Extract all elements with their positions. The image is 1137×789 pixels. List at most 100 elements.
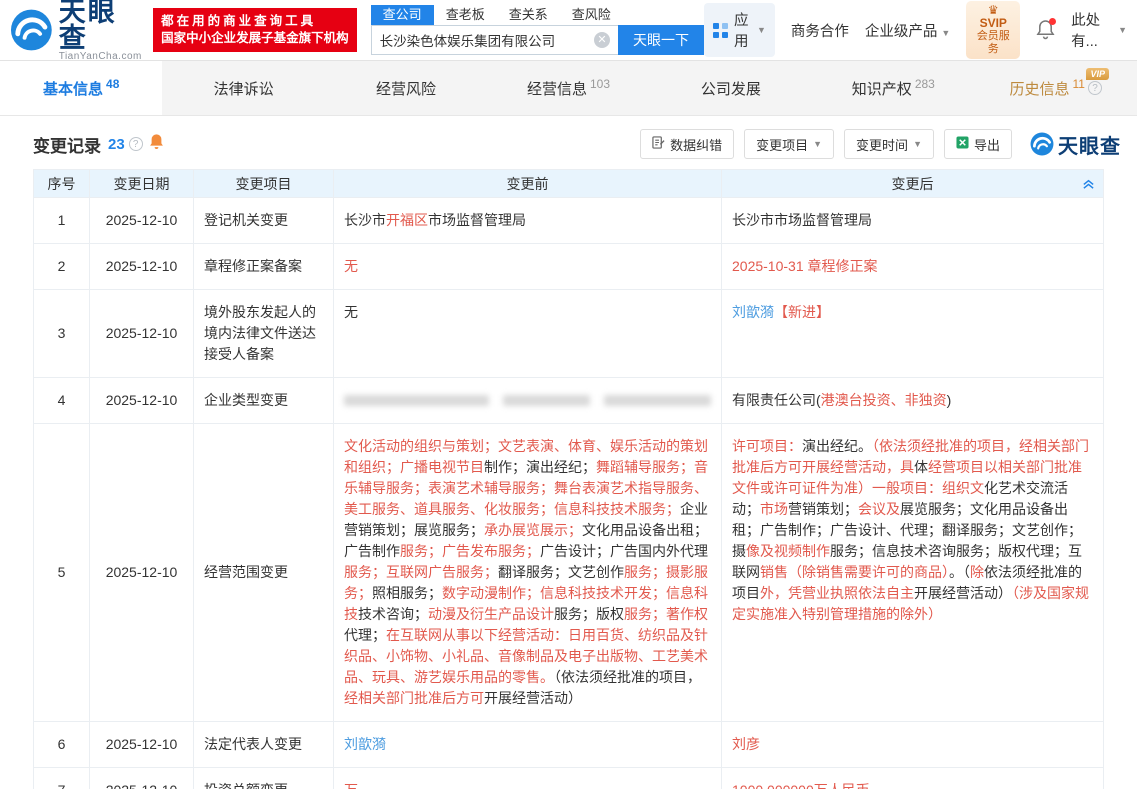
tab-label: 公司发展 (701, 78, 761, 99)
data-correction-button[interactable]: 数据纠错 (640, 129, 734, 159)
subscribe-bell-icon[interactable] (149, 133, 164, 155)
text-segment: 2025-10-31 章程修正案 (732, 258, 878, 274)
text-segment: 许可项目： (732, 438, 802, 454)
user-menu[interactable]: 此处有... ▼ (1071, 9, 1127, 51)
tab-count: 103 (590, 77, 610, 91)
eye-wave-logo-icon (10, 8, 53, 52)
cell-before: 长沙市开福区市场监督管理局 (334, 198, 722, 244)
change-record-table-wrap: 序号变更日期变更项目变更前变更后 12025-12-10登记机关变更长沙市开福区… (0, 169, 1137, 789)
export-button[interactable]: 导出 (944, 129, 1012, 159)
redacted-blur (503, 395, 590, 406)
button-label: 变更项目 (756, 135, 808, 154)
text-segment: 承办展览展示； (484, 522, 582, 538)
cell-line: 无 (344, 302, 711, 323)
tab-法律诉讼[interactable]: 法律诉讼 (162, 61, 324, 115)
brand-name: 天眼查 (59, 0, 143, 51)
tab-知识产权[interactable]: 知识产权283 (812, 61, 974, 115)
vip-badge: VIP (1086, 68, 1109, 80)
search-tab-3[interactable]: 查风险 (560, 5, 623, 25)
text-segment: 动漫及衍生产品设计 (428, 606, 554, 622)
text-segment: 【新进】 (774, 304, 830, 320)
text-segment: 体 (914, 459, 928, 475)
watermark-text: 天眼查 (1058, 130, 1121, 159)
change-time-filter-button[interactable]: 变更时间▼ (844, 129, 934, 159)
cell-line: 1000.000000万人民币 (732, 780, 1093, 789)
tab-基本信息[interactable]: 基本信息48 (0, 61, 162, 115)
top-nav: 应用 ▼ 商务合作 企业级产品 ▼ ♛ SVIP 会员服务 此处有... (704, 1, 1127, 59)
cell-after: 许可项目：演出经纪。（依法须经批准的项目，经相关部门批准后方可开展经营活动，具体… (722, 424, 1104, 722)
cell-line: 长沙市市场监督管理局 (732, 210, 1093, 231)
text-segment: 演出经纪。 (802, 438, 872, 454)
cell-date: 2025-12-10 (90, 198, 194, 244)
text-segment: 经相关部门批准后方可 (344, 690, 484, 706)
help-icon[interactable]: ? (1088, 81, 1102, 95)
cell-before: 文化活动的组织与策划；文艺表演、体育、娱乐活动的策划和组织；广播电视节目制作；演… (334, 424, 722, 722)
text-segment: 刘彦 (732, 736, 760, 752)
help-icon[interactable]: ? (129, 137, 143, 151)
apps-menu[interactable]: 应用 ▼ (704, 3, 775, 57)
cell-before: 刘歆漪 (334, 722, 722, 768)
cell-item: 投资总额变更 (194, 768, 334, 789)
change-project-filter-button[interactable]: 变更项目▼ (744, 129, 834, 159)
search-tab-2[interactable]: 查关系 (497, 5, 560, 25)
site-header: 天眼查 TianYanCha.com 都在用的商业查询工具 国家中小企业发展子基… (0, 0, 1137, 60)
table-row: 42025-12-10企业类型变更有限责任公司(港澳台投资、非独资) (34, 378, 1104, 424)
change-table: 序号变更日期变更项目变更前变更后 12025-12-10登记机关变更长沙市开福区… (33, 169, 1104, 789)
change-record-toolbar: 变更记录 23 ? 数据纠错变更项目▼变更时间▼导出天眼查 (0, 116, 1137, 169)
text-segment: 长沙市市场监督管理局 (732, 212, 872, 228)
tab-count: 283 (915, 77, 935, 91)
table-row: 12025-12-10登记机关变更长沙市开福区市场监督管理局长沙市市场监督管理局 (34, 198, 1104, 244)
search-tab-0[interactable]: 查公司 (371, 5, 434, 25)
text-segment: 有限责任公司( (732, 392, 821, 408)
text-segment: 长沙市 (344, 212, 386, 228)
text-segment: 服务；广告发布服务； (400, 543, 540, 559)
tab-label: 历史信息 (1010, 78, 1070, 99)
tianyancha-logo[interactable]: 天眼查 TianYanCha.com (10, 0, 143, 62)
text-segment: 1000.000000万人民币 (732, 782, 870, 789)
section-tab-bar: 基本信息48法律诉讼经营风险经营信息103公司发展知识产权283历史信息11VI… (0, 60, 1137, 116)
chevron-down-icon: ▼ (941, 28, 950, 38)
cell-before: 无 (334, 290, 722, 378)
table-row: 72025-12-10投资总额变更万1000.000000万人民币 (34, 768, 1104, 789)
chevron-down-icon: ▼ (757, 25, 766, 35)
search-button[interactable]: 天眼一下 (618, 25, 704, 55)
text-segment: 开福区 (386, 212, 428, 228)
cell-line: 刘歆漪 (344, 734, 711, 755)
notification-bell-icon[interactable] (1036, 19, 1055, 41)
text-segment: 。（ (949, 564, 970, 580)
cell-after: 刘彦 (722, 722, 1104, 768)
search-input[interactable] (371, 25, 618, 55)
nav-enterprise-products[interactable]: 企业级产品 ▼ (865, 20, 950, 41)
table-header-row: 序号变更日期变更项目变更前变更后 (34, 170, 1104, 198)
svip-member-badge[interactable]: ♛ SVIP 会员服务 (966, 1, 1020, 59)
nav-business-cooperation[interactable]: 商务合作 (791, 20, 849, 41)
cell-seq: 6 (34, 722, 90, 768)
text-segment: 会议及 (858, 501, 900, 517)
cell-item: 法定代表人变更 (194, 722, 334, 768)
cell-date: 2025-12-10 (90, 768, 194, 789)
tab-公司发展[interactable]: 公司发展 (650, 61, 812, 115)
tab-经营信息[interactable]: 经营信息103 (487, 61, 649, 115)
tab-count: 11 (1073, 77, 1085, 91)
text-segment: 外，凭营业执照依法自主 (760, 585, 914, 601)
cell-after: 1000.000000万人民币 (722, 768, 1104, 789)
clear-icon[interactable]: ✕ (594, 32, 610, 48)
text-segment: 开展经营活动） (914, 585, 1012, 601)
cell-line: 有限责任公司(港澳台投资、非独资) (732, 390, 1093, 411)
text-segment: 广告设计；广告国内外代理 (540, 543, 708, 559)
collapse-all-icon[interactable] (1082, 177, 1095, 193)
table-row: 52025-12-10经营范围变更文化活动的组织与策划；文艺表演、体育、娱乐活动… (34, 424, 1104, 722)
tab-历史信息[interactable]: 历史信息11VIP? (975, 61, 1137, 115)
chevron-down-icon: ▼ (1118, 25, 1127, 35)
search-tab-1[interactable]: 查老板 (434, 5, 497, 25)
cell-item: 经营范围变更 (194, 424, 334, 722)
entity-link[interactable]: 刘歆漪 (344, 736, 386, 752)
tab-label: 经营信息 (527, 78, 587, 99)
cell-line: 文化活动的组织与策划；文艺表演、体育、娱乐活动的策划和组织；广播电视节目制作；演… (344, 436, 711, 709)
text-segment: 服务；著作权 (624, 606, 708, 622)
text-segment: 翻译服务；文艺创作 (498, 564, 624, 580)
entity-link[interactable]: 刘歆漪 (732, 304, 774, 320)
tab-经营风险[interactable]: 经营风险 (325, 61, 487, 115)
col-header-变更项目: 变更项目 (194, 170, 334, 198)
record-count: 23 (108, 136, 125, 153)
